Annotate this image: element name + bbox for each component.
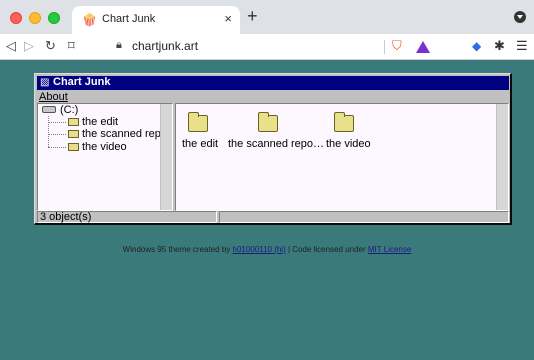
menu-bar: About <box>39 91 68 103</box>
folder-tree-pane: (C:) the edit the scanned reposit the vi… <box>37 103 173 211</box>
file-item-label: the video <box>326 138 371 150</box>
extension-icon[interactable]: ◆ <box>472 39 481 53</box>
file-item-the-video[interactable]: the video <box>322 104 422 164</box>
url-text: chartjunk.art <box>132 39 199 53</box>
file-list-scrollbar[interactable] <box>496 104 508 210</box>
browser-toolbar: ◁ ▷ ↻ ⌑ 🔒︎ chartjunk.art ⛉ ◆ ✱ ☰ <box>0 34 534 60</box>
puzzle-icon[interactable]: ✱ <box>494 38 505 54</box>
app-icon: ▨ <box>40 77 50 88</box>
address-bar[interactable]: 🔒︎ chartjunk.art ⛉ <box>92 37 432 57</box>
folder-icon <box>258 112 278 132</box>
bat-rewards-icon[interactable] <box>416 41 430 53</box>
tree-branch <box>48 122 66 123</box>
browser-tab-bar: 🍿 Chart Junk × + <box>0 0 534 34</box>
status-cell-count: 3 object(s) <box>37 211 217 223</box>
file-item-label: the scanned repo… <box>228 138 325 150</box>
file-item-label: the edit <box>182 138 219 150</box>
folder-icon <box>68 130 79 138</box>
maximize-window-button[interactable] <box>48 12 60 24</box>
tab-search-icon[interactable] <box>514 11 526 23</box>
tree-root-label: (C:) <box>60 104 79 116</box>
close-tab-icon[interactable]: × <box>224 11 232 26</box>
minimize-window-button[interactable] <box>29 12 41 24</box>
tree-item-the-video[interactable]: the video <box>48 141 160 153</box>
tree-item-the-scanned-repository[interactable]: the scanned reposit <box>48 128 160 140</box>
tree-item-label: the video <box>82 141 127 153</box>
address-divider <box>384 40 385 54</box>
menu-about[interactable]: About <box>39 91 68 103</box>
explorer-window: ▨ Chart Junk About (C:) the edit the sca… <box>34 73 512 225</box>
tree-item-label: the edit <box>82 116 119 128</box>
forward-icon[interactable]: ▷ <box>24 38 34 54</box>
tree-scrollbar[interactable] <box>160 104 172 210</box>
license-link[interactable]: MIT License <box>368 245 411 254</box>
drive-icon <box>42 106 56 113</box>
bookmark-icon[interactable]: ⌑ <box>68 38 75 54</box>
brave-shield-icon[interactable]: ⛉ <box>392 38 402 54</box>
new-tab-button[interactable]: + <box>247 6 258 27</box>
author-link[interactable]: h01000110 (hi) <box>233 245 286 254</box>
folder-icon <box>188 112 208 132</box>
window-title: Chart Junk <box>53 76 111 88</box>
tree-item-the-edit[interactable]: the edit <box>48 116 160 128</box>
popcorn-icon: 🍿 <box>82 13 97 27</box>
reload-icon[interactable]: ↻ <box>45 38 56 54</box>
tree-branch <box>48 134 66 135</box>
browser-tab[interactable]: 🍿 Chart Junk × <box>72 6 240 34</box>
window-titlebar[interactable]: ▨ Chart Junk <box>37 76 509 90</box>
footer-middle: | Code licensed under <box>285 245 368 254</box>
folder-icon <box>68 143 79 151</box>
folder-icon <box>68 118 79 126</box>
status-object-count: 3 object(s) <box>40 211 92 223</box>
page-footer: Windows 95 theme created by h01000110 (h… <box>0 245 534 254</box>
status-bar: 3 object(s) <box>37 211 509 223</box>
file-list-pane: the edit the scanned repo… the video <box>175 103 509 211</box>
tree-branch <box>48 147 66 148</box>
status-cell-empty <box>219 211 509 223</box>
close-window-button[interactable] <box>10 12 22 24</box>
tree-item-label: the scanned reposit <box>82 128 160 140</box>
menu-icon[interactable]: ☰ <box>516 38 528 54</box>
file-item-the-scanned-repository[interactable]: the scanned repo… <box>228 104 328 164</box>
back-icon[interactable]: ◁ <box>6 38 16 54</box>
tab-title: Chart Junk <box>102 13 156 25</box>
folder-icon <box>334 112 354 132</box>
lock-icon: 🔒︎ <box>116 39 122 51</box>
footer-prefix: Windows 95 theme created by <box>122 245 233 254</box>
